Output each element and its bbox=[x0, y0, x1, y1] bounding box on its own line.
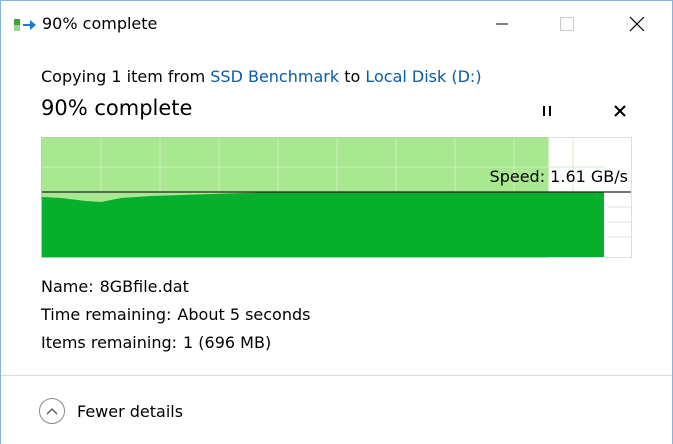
name-label: Name: bbox=[41, 277, 94, 296]
copy-progress-dialog: 90% complete Copying 1 item from SSD Ben… bbox=[0, 0, 673, 444]
pause-button[interactable] bbox=[535, 99, 559, 123]
maximize-button[interactable] bbox=[544, 1, 590, 46]
title-bar[interactable]: 90% complete bbox=[1, 1, 672, 46]
copy-connector: to bbox=[344, 67, 361, 86]
speed-graph-canvas bbox=[40, 136, 633, 259]
minimize-icon bbox=[496, 23, 508, 24]
items-remaining-label: Items remaining: bbox=[41, 333, 178, 352]
progress-heading: 90% complete bbox=[41, 96, 193, 120]
fewer-details-toggle[interactable]: Fewer details bbox=[39, 398, 183, 424]
time-remaining-label: Time remaining: bbox=[41, 305, 172, 324]
detail-time-remaining: Time remaining: About 5 seconds bbox=[41, 305, 310, 324]
minimize-button[interactable] bbox=[479, 1, 525, 46]
cancel-icon bbox=[614, 105, 626, 117]
pause-icon bbox=[543, 106, 551, 116]
transfer-speed-graph: Speed: 1.61 GB/s bbox=[40, 136, 633, 259]
close-icon bbox=[629, 16, 645, 31]
destination-link[interactable]: Local Disk (D:) bbox=[365, 67, 481, 86]
copy-prefix: Copying 1 item from bbox=[41, 67, 206, 86]
speed-area bbox=[42, 192, 604, 257]
cancel-button[interactable] bbox=[607, 99, 633, 123]
detail-items-remaining: Items remaining: 1 (696 MB) bbox=[41, 333, 271, 352]
items-remaining-value: 1 (696 MB) bbox=[183, 333, 272, 352]
dialog-footer: Fewer details bbox=[1, 375, 672, 444]
time-remaining-value: About 5 seconds bbox=[177, 305, 311, 324]
fewer-details-label: Fewer details bbox=[77, 401, 184, 421]
name-value: 8GBfile.dat bbox=[99, 277, 189, 296]
window-title: 90% complete bbox=[42, 14, 158, 33]
source-link[interactable]: SSD Benchmark bbox=[210, 67, 339, 86]
close-button[interactable] bbox=[614, 1, 660, 46]
detail-name: Name: 8GBfile.dat bbox=[41, 277, 189, 296]
maximize-icon bbox=[560, 16, 574, 31]
chevron-up-icon bbox=[39, 398, 65, 424]
file-copy-icon bbox=[14, 16, 38, 32]
speed-label: Speed: 1.61 GB/s bbox=[489, 167, 628, 186]
copy-description: Copying 1 item from SSD Benchmark to Loc… bbox=[41, 67, 482, 86]
